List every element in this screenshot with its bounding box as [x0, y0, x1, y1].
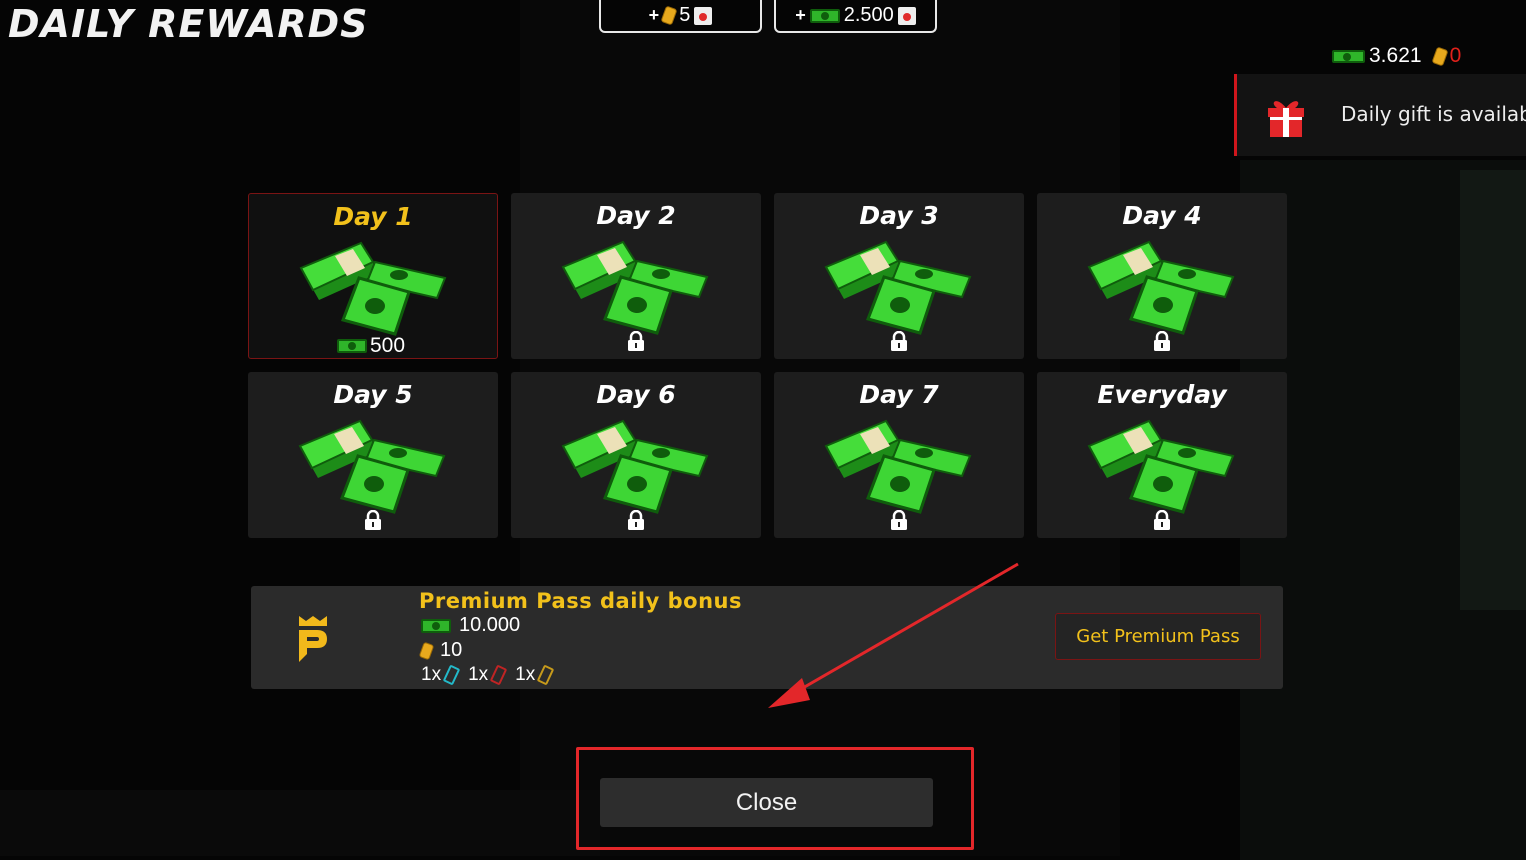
cash-stack-icon [824, 419, 972, 514]
item-count: 1x [468, 664, 489, 685]
day-card[interactable]: Day 4 [1037, 193, 1287, 359]
cash-stack-icon [561, 240, 709, 335]
item-count: 1x [421, 664, 442, 685]
ticket-icon [418, 641, 435, 660]
watch-ad-cash-button[interactable]: + 2.500 [774, 0, 937, 33]
day-card[interactable]: Day 1 500 [248, 193, 498, 359]
premium-ticket-row: 10 [418, 639, 463, 662]
premium-title: Premium Pass daily bonus [419, 589, 742, 613]
ticket-balance: 0 [1449, 44, 1462, 67]
lock-icon [628, 510, 644, 530]
cash-icon [809, 8, 840, 23]
day-label: Day 3 [859, 201, 939, 230]
get-premium-pass-button[interactable]: Get Premium Pass [1055, 613, 1261, 660]
gold-ticket-icon [536, 664, 555, 686]
lock-icon [891, 331, 907, 351]
day-label: Day 2 [596, 201, 676, 230]
lock-icon [628, 331, 644, 351]
day-label: Day 6 [596, 380, 676, 409]
cash-stack-icon [561, 419, 709, 514]
lock-icon [1154, 510, 1170, 530]
reward-amount: 500 [370, 334, 406, 357]
cash-icon [1332, 49, 1365, 63]
video-icon [694, 6, 713, 25]
day-card[interactable]: Day 6 [511, 372, 761, 538]
cash-icon [337, 339, 367, 353]
premium-cash-row: 10.000 [421, 614, 520, 637]
currency-display: 3.621 0 [1332, 44, 1461, 68]
premium-logo-icon [299, 616, 327, 662]
page-title: DAILY REWARDS [8, 2, 369, 46]
annotation-arrow [768, 562, 1019, 708]
premium-cash: 10.000 [459, 614, 521, 636]
day-card[interactable]: Day 5 [248, 372, 498, 538]
watch-ad-tickets-button[interactable]: + 5 [599, 0, 762, 33]
day-card[interactable]: Day 7 [774, 372, 1024, 538]
plus-sign: + [648, 5, 660, 25]
daily-gift-notification[interactable]: Daily gift is availab [1234, 74, 1526, 156]
cyan-ticket-icon [442, 664, 461, 686]
notification-text: Daily gift is availab [1341, 102, 1526, 126]
day-label: Day 7 [859, 380, 939, 409]
ticket-icon [660, 5, 678, 26]
day-card[interactable]: Day 2 [511, 193, 761, 359]
premium-tickets: 10 [440, 639, 463, 661]
day-label: Day 1 [333, 202, 413, 231]
close-button[interactable]: Close [600, 778, 933, 827]
cash-stack-icon [1087, 419, 1235, 514]
lock-icon [891, 510, 907, 530]
day-label: Everyday [1097, 380, 1227, 409]
video-icon [897, 6, 916, 25]
day-reward: 500 [337, 334, 405, 358]
plus-sign: + [795, 5, 806, 25]
item-count: 1x [515, 664, 536, 685]
day-label: Day 4 [1122, 201, 1202, 230]
background-scenery-edge [1460, 170, 1526, 610]
gift-icon [1268, 101, 1304, 137]
cash-amount: 2.500 [843, 4, 894, 26]
background-floor [0, 790, 600, 856]
ticket-amount: 5 [679, 4, 691, 26]
red-ticket-icon [489, 664, 508, 686]
cash-stack-icon [299, 241, 447, 336]
lock-icon [365, 510, 381, 530]
lock-icon [1154, 331, 1170, 351]
ticket-icon [1431, 45, 1449, 67]
cash-balance: 3.621 [1369, 44, 1422, 67]
cash-stack-icon [824, 240, 972, 335]
premium-items-row: 1x 1x 1x [421, 664, 557, 686]
cash-icon [421, 618, 451, 633]
cash-stack-icon [298, 419, 446, 514]
day-grid: Day 1 500 Day 2 Day 3 Day 4 Day 5 Day 6 … [248, 193, 1287, 538]
day-card[interactable]: Day 3 [774, 193, 1024, 359]
cash-stack-icon [1087, 240, 1235, 335]
day-card[interactable]: Everyday [1037, 372, 1287, 538]
day-label: Day 5 [333, 380, 413, 409]
